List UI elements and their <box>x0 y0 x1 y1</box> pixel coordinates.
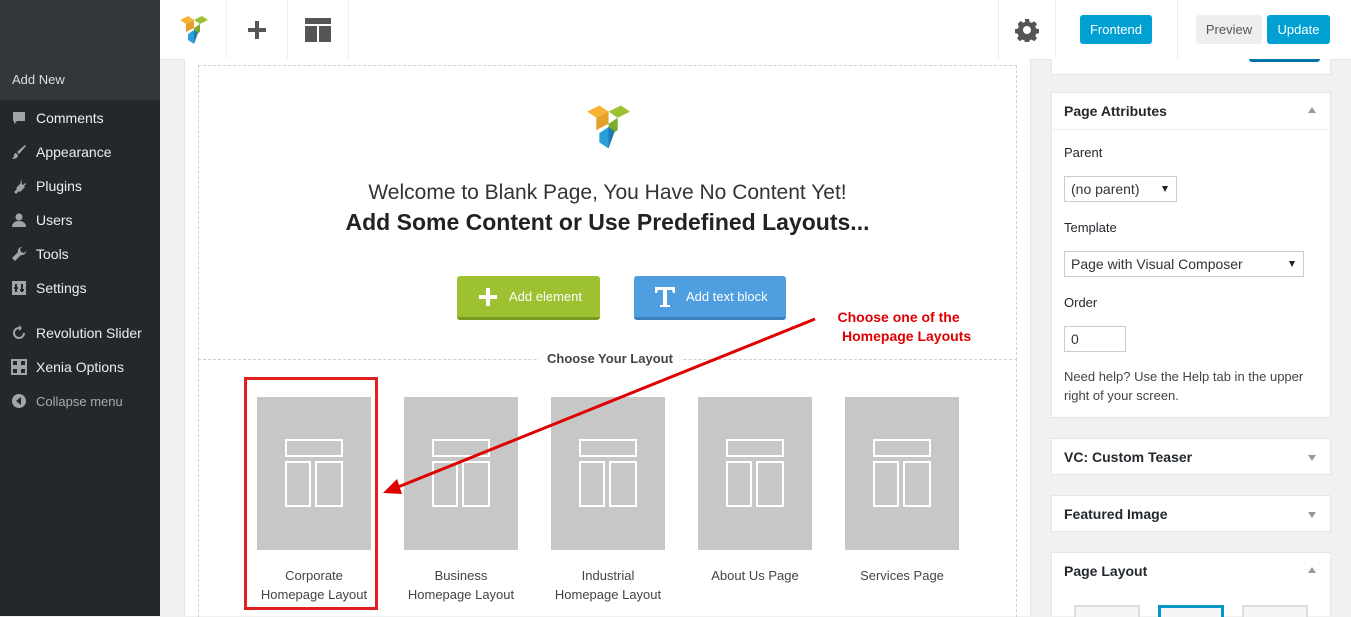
template-select-value: Page with Visual Composer <box>1071 256 1243 272</box>
template-select[interactable]: Page with Visual Composer <box>1064 251 1304 277</box>
parent-label: Parent <box>1064 145 1103 160</box>
annotation-text: Choose one of the Homepage Layouts <box>826 308 972 346</box>
expand-arrow-icon[interactable] <box>1308 512 1316 518</box>
parent-select-value: (no parent) <box>1071 181 1140 197</box>
featured-image-header[interactable]: Featured Image <box>1052 496 1330 532</box>
template-label: Template <box>1064 220 1117 235</box>
panel-divider <box>1052 129 1330 130</box>
publish-button-remnant[interactable] <box>1249 59 1320 62</box>
page-layout-header[interactable]: Page Layout <box>1052 553 1330 589</box>
vc-custom-teaser-panel: VC: Custom Teaser <box>1051 438 1331 475</box>
layout-option-full-width[interactable] <box>1158 605 1224 617</box>
collapse-arrow-icon[interactable] <box>1308 567 1316 573</box>
panel-title: Page Attributes <box>1064 103 1167 119</box>
panel-title: VC: Custom Teaser <box>1064 449 1193 465</box>
page-attributes-header[interactable]: Page Attributes <box>1052 93 1330 129</box>
layout-option-right-sidebar[interactable] <box>1242 605 1308 617</box>
order-input[interactable]: 0 <box>1064 326 1126 352</box>
layout-option-left-sidebar[interactable] <box>1074 605 1140 617</box>
collapse-arrow-icon[interactable] <box>1308 107 1316 113</box>
dropdown-caret-icon <box>1162 186 1168 192</box>
panel-title: Page Layout <box>1064 563 1148 579</box>
order-input-value: 0 <box>1071 331 1079 347</box>
panel-title: Featured Image <box>1064 506 1168 522</box>
annotation-line1: Choose one of the <box>837 309 960 325</box>
vc-custom-teaser-header[interactable]: VC: Custom Teaser <box>1052 439 1330 475</box>
help-text: Need help? Use the Help tab in the upper… <box>1064 369 1304 403</box>
featured-image-panel: Featured Image <box>1051 495 1331 532</box>
publish-box-remnant <box>1051 59 1331 75</box>
expand-arrow-icon[interactable] <box>1308 455 1316 461</box>
annotation-line2: Homepage Layouts <box>842 328 972 344</box>
order-label: Order <box>1064 295 1098 310</box>
page-layout-panel: Page Layout <box>1051 552 1331 617</box>
dropdown-caret-icon <box>1289 261 1295 267</box>
page-attributes-panel: Page Attributes Parent (no parent) Templ… <box>1051 92 1331 418</box>
parent-select[interactable]: (no parent) <box>1064 176 1177 202</box>
